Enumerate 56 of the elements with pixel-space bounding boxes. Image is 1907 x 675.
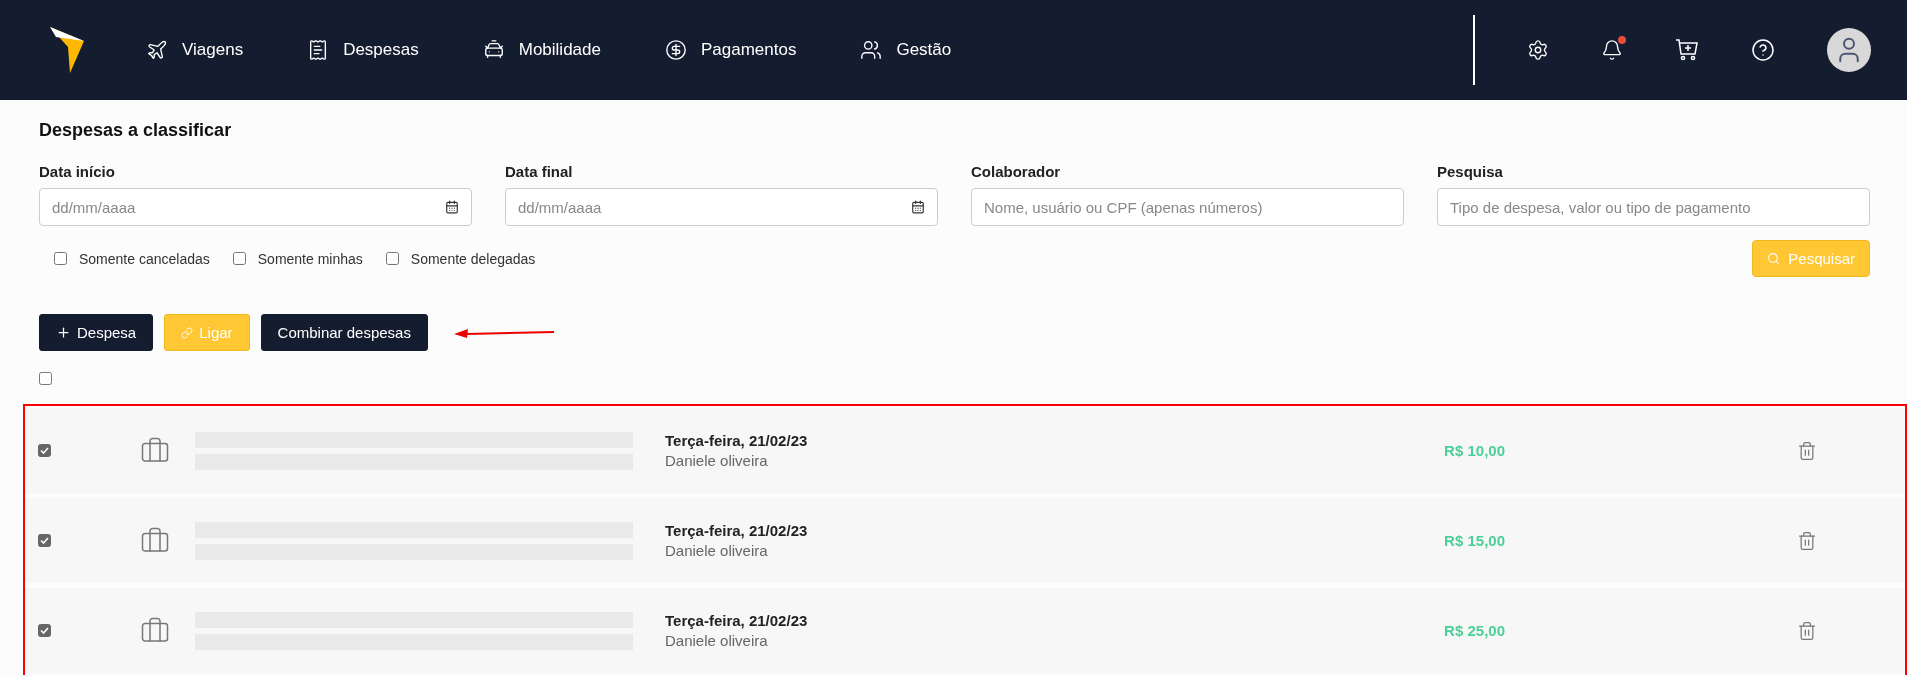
link-icon xyxy=(181,326,194,339)
expense-row[interactable]: Terça-feira, 21/02/23 Daniele oliveira R$ 10,00 xyxy=(25,408,1905,493)
checkbox[interactable] xyxy=(385,252,399,265)
delete-icon[interactable] xyxy=(1797,530,1817,551)
checkbox[interactable] xyxy=(54,252,67,265)
expense-date: Terça-feira, 21/02/23 xyxy=(665,432,809,449)
field-label: Data final xyxy=(505,163,574,180)
action-button[interactable]: Combinar despesas xyxy=(260,314,428,351)
input-field[interactable]: Nome, usuário ou CPF (apenas números) xyxy=(971,188,1404,226)
settings-icon[interactable] xyxy=(1527,39,1549,61)
expense-person: Daniele oliveira xyxy=(665,542,769,559)
checkbox-label: Somente delegadas xyxy=(410,250,536,267)
page-title: Despesas a classificar xyxy=(39,120,233,141)
logo-icon[interactable] xyxy=(48,27,86,73)
expense-person: Daniele oliveira xyxy=(665,452,769,469)
nav-item[interactable]: Despesas xyxy=(307,39,419,61)
help-icon[interactable] xyxy=(1751,38,1775,62)
field-label: Data início xyxy=(39,163,116,180)
checkbox-label: Somente canceladas xyxy=(79,250,210,267)
cart-plus-icon[interactable] xyxy=(1675,38,1699,62)
input-field[interactable]: Tipo de despesa, valor ou tipo de pagamento xyxy=(1437,188,1870,226)
nav-item[interactable]: Gestão xyxy=(860,39,952,61)
row-checkbox[interactable] xyxy=(38,624,51,637)
delete-icon[interactable] xyxy=(1797,620,1817,641)
nav-item[interactable]: Viagens xyxy=(146,39,244,61)
plus-icon xyxy=(56,325,71,340)
nav-icon xyxy=(665,39,687,61)
row-checkbox[interactable] xyxy=(38,534,51,547)
nav-icon xyxy=(146,39,168,61)
user-avatar[interactable] xyxy=(1827,28,1871,72)
expense-amount: R$ 25,00 xyxy=(1443,622,1505,639)
nav-icon xyxy=(860,39,883,61)
checkbox[interactable] xyxy=(232,252,246,265)
row-checkbox[interactable] xyxy=(38,444,51,457)
nav-icon xyxy=(482,39,505,61)
delete-icon[interactable] xyxy=(1797,440,1817,461)
expense-person: Daniele oliveira xyxy=(665,632,769,649)
nav-item[interactable]: Pagamentos xyxy=(665,39,797,61)
select-all-checkbox[interactable] xyxy=(39,372,52,385)
calendar-icon[interactable] xyxy=(445,200,459,214)
input-field[interactable]: dd/mm/aaaa xyxy=(39,188,472,226)
expense-date: Terça-feira, 21/02/23 xyxy=(665,522,809,539)
nav-item[interactable]: Mobilidade xyxy=(482,39,601,61)
field-label: Colaborador xyxy=(971,163,1062,180)
action-button[interactable]: Despesa xyxy=(39,314,154,351)
checkbox-label: Somente minhas xyxy=(257,250,363,267)
search-icon xyxy=(1767,252,1781,265)
calendar-icon[interactable] xyxy=(911,200,925,214)
expense-date: Terça-feira, 21/02/23 xyxy=(665,612,809,629)
field-label: Pesquisa xyxy=(1437,163,1504,180)
expense-amount: R$ 15,00 xyxy=(1443,532,1505,549)
expense-amount: R$ 10,00 xyxy=(1443,442,1505,459)
notifications-icon[interactable] xyxy=(1601,39,1623,61)
expense-row[interactable]: Terça-feira, 21/02/23 Daniele oliveira R$ 15,00 xyxy=(25,498,1905,583)
input-field[interactable]: dd/mm/aaaa xyxy=(505,188,938,226)
expense-row[interactable]: Terça-feira, 21/02/23 Daniele oliveira R$ 25,00 xyxy=(25,588,1905,673)
